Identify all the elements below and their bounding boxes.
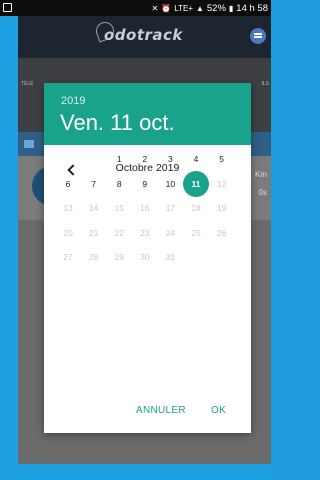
ok-button[interactable]: OK bbox=[211, 405, 226, 416]
calendar-day: 18 bbox=[191, 203, 201, 213]
duration-label: 0s bbox=[258, 188, 267, 197]
status-bar: ✕ ⏰ LTE+ ▲ 52% ▮ 14 h 58 bbox=[0, 0, 271, 16]
calendar-day: 22 bbox=[114, 227, 124, 238]
calendar-day: 25 bbox=[191, 227, 201, 238]
calendar-day: 20 bbox=[63, 227, 73, 238]
calendar-day[interactable]: 8 bbox=[106, 171, 132, 197]
calendar-day[interactable]: 9 bbox=[132, 171, 158, 197]
device-frame: ✕ ⏰ LTE+ ▲ 52% ▮ 14 h 58 odotrack TÉLÉ I… bbox=[0, 0, 271, 480]
signal-icon: ▲ bbox=[195, 3, 204, 13]
calendar-day[interactable]: 4 bbox=[183, 146, 209, 172]
calendar-day[interactable]: 6 bbox=[55, 171, 81, 197]
battery-label: 52% bbox=[206, 2, 226, 14]
calendar-day[interactable]: 3 bbox=[157, 146, 183, 172]
calendar-day: 31 bbox=[165, 252, 176, 262]
calendar-day: 27 bbox=[63, 252, 73, 262]
vibrate-icon: ✕ bbox=[151, 3, 159, 13]
app-bar: odotrack bbox=[18, 16, 271, 58]
year-label[interactable]: 2019 bbox=[61, 95, 85, 107]
calendar-day[interactable]: 1 bbox=[106, 146, 132, 172]
calendar-day: 14 bbox=[88, 203, 99, 213]
battery-icon: ▮ bbox=[228, 3, 234, 13]
calendar-day: 16 bbox=[140, 203, 150, 213]
cancel-button[interactable]: ANNULER bbox=[136, 405, 186, 416]
calendar-day: 12 bbox=[216, 178, 227, 189]
clock-label: 14 h 58 bbox=[236, 2, 268, 14]
selected-date-label[interactable]: Ven. 11 oct. bbox=[60, 110, 175, 136]
tab-left-label: TÉLÉ bbox=[21, 81, 34, 87]
menu-button[interactable] bbox=[250, 28, 266, 44]
calendar-day[interactable]: 5 bbox=[209, 146, 235, 172]
calendar-day: 19 bbox=[216, 203, 227, 213]
distance-unit-label: Km bbox=[255, 170, 267, 179]
calendar-day[interactable]: 2 bbox=[132, 146, 158, 172]
image-notification-icon bbox=[3, 3, 12, 12]
calendar-day: 21 bbox=[88, 227, 99, 238]
selected-day[interactable]: 11 bbox=[183, 170, 209, 197]
network-type-label: LTE+ bbox=[174, 3, 193, 13]
calendar-day: 26 bbox=[216, 227, 227, 238]
calendar-day: 28 bbox=[88, 252, 99, 262]
calendar-day[interactable]: 7 bbox=[81, 171, 107, 197]
calendar-day: 29 bbox=[114, 252, 124, 262]
calendar-icon bbox=[24, 140, 34, 148]
app-logo: odotrack bbox=[104, 26, 183, 44]
date-picker-dialog: 2019 Ven. 11 oct. Octobre 2019 123456789… bbox=[44, 83, 251, 433]
date-picker-header: 2019 Ven. 11 oct. bbox=[44, 83, 251, 145]
tab-right-label: ILS bbox=[261, 81, 269, 87]
alarm-icon: ⏰ bbox=[161, 3, 172, 13]
calendar-day[interactable]: 10 bbox=[157, 171, 183, 197]
calendar-day: 15 bbox=[114, 203, 124, 213]
calendar-day: 24 bbox=[165, 227, 176, 238]
calendar-day: 13 bbox=[63, 203, 73, 213]
calendar-day: 23 bbox=[140, 227, 150, 238]
calendar-day: 17 bbox=[165, 203, 176, 213]
calendar-day: 30 bbox=[140, 252, 150, 262]
